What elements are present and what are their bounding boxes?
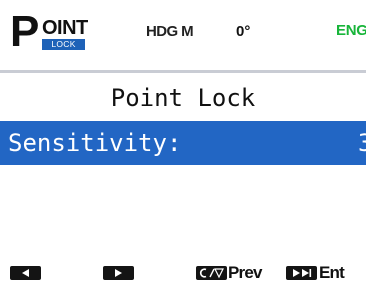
point-lock-mode-logo: P OINT LOCK <box>10 10 90 58</box>
enter-key-icon <box>286 266 317 280</box>
softkey-prev-button[interactable]: Prev <box>196 262 266 284</box>
softkey-prev-label: Prev <box>228 263 262 282</box>
arrow-left-icon <box>10 266 41 280</box>
arrow-right-icon <box>103 266 134 280</box>
heading-mode-label: HDG M <box>146 23 194 40</box>
heading-value: 0° <box>236 23 251 40</box>
point-lock-screen: P OINT LOCK HDG M 0° ENG Point Lock Sens… <box>0 0 366 286</box>
softkey-right-button[interactable] <box>103 262 134 284</box>
softkey-left-button[interactable] <box>10 262 41 284</box>
softkey-enter-button[interactable]: Ent <box>286 262 352 284</box>
softkey-enter-label: Ent <box>319 263 345 282</box>
menu-item-value: 3 <box>358 129 366 157</box>
menu-item-sensitivity[interactable]: Sensitivity: 3 <box>0 121 366 165</box>
engine-status-badge: ENG <box>336 22 366 39</box>
logo-text: OINT <box>42 17 88 39</box>
logo-lock-badge: LOCK <box>42 39 85 50</box>
menu-title: Point Lock <box>110 84 256 112</box>
menu-item-label: Sensitivity: <box>8 129 182 157</box>
status-bar: P OINT LOCK HDG M 0° ENG <box>0 0 366 62</box>
softkey-bar: Prev Ent <box>0 258 366 286</box>
logo-initial: P <box>10 7 40 56</box>
header-divider <box>0 70 366 73</box>
prev-key-icon <box>196 266 227 280</box>
